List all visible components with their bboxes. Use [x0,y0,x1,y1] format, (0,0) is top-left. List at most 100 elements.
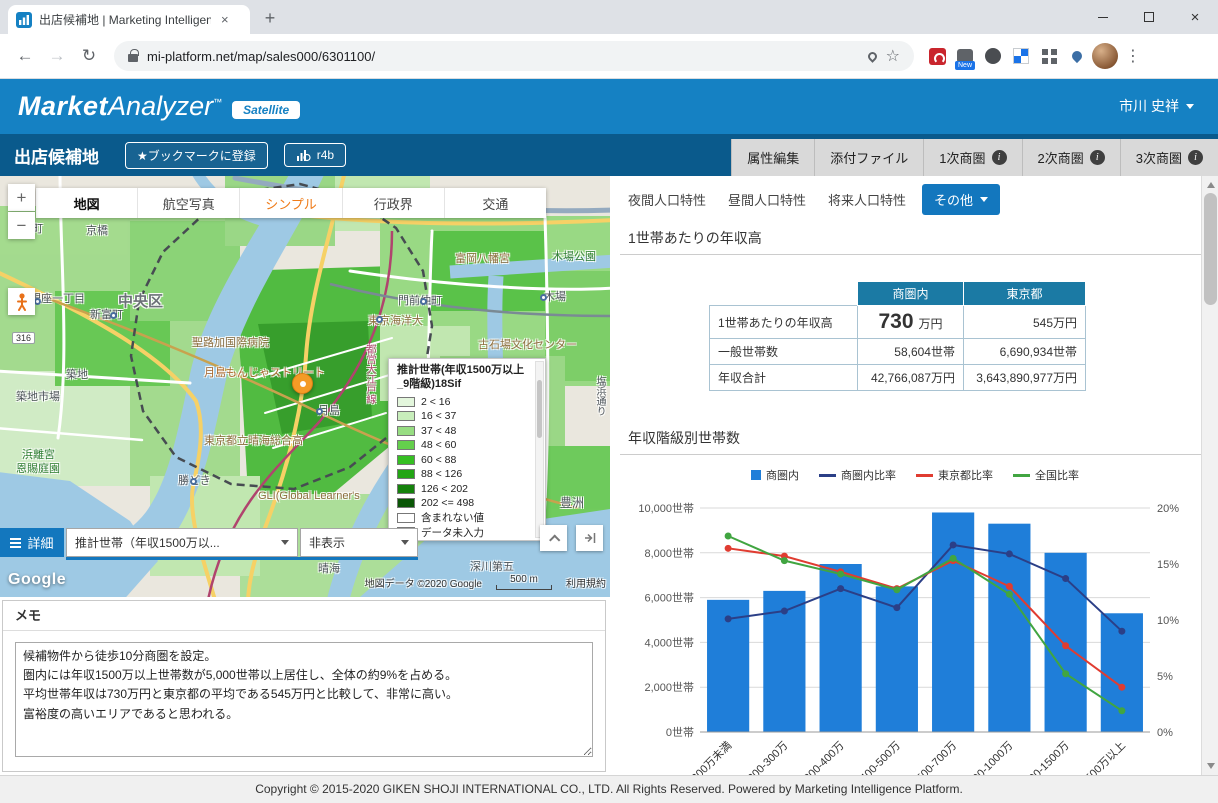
tab-close-icon[interactable]: × [218,12,232,27]
profile-avatar[interactable] [1092,43,1118,69]
trade-area-tab[interactable]: 属性編集 [731,139,814,176]
logo-market: Market [18,91,108,122]
terms-link[interactable]: 利用規約 [566,575,606,590]
legend-scrollbar[interactable] [535,361,544,538]
new-tab-button[interactable]: + [256,4,284,32]
income-table: 商圏内 東京都 1世帯あたりの年収高 730万円 545万円 一般世帯数 58,… [709,281,1086,391]
trade-area-total-cell: 42,766,087万円 [858,365,964,391]
tokyo-households-cell: 6,690,934世帯 [964,339,1086,365]
close-button[interactable]: × [1172,0,1218,34]
pdf-extension-icon[interactable] [924,43,950,69]
legend-label: 37 < 48 [421,425,456,437]
legend-item: 88 < 126 [397,467,531,482]
select-underline [66,557,418,560]
collapse-panel-button[interactable] [540,525,567,551]
minimize-button[interactable] [1080,0,1126,34]
location-icon[interactable] [866,50,879,63]
legend-swatch [397,513,415,523]
trade-area-tabs: 属性編集添付ファイル 1次商圏 i 2次商圏i3次商圏i [731,139,1218,176]
map-attribution: 地図データ ©2020 Google 500 m 利用規約 [365,574,606,590]
section-title-chart: 年収階級別世帯数 [612,419,1218,454]
svg-text:700-1000万: 700-1000万 [966,740,1015,775]
panel-scrollbar[interactable] [1201,176,1218,775]
svg-text:15%: 15% [1157,559,1179,571]
legend-scrollbar-thumb[interactable] [537,380,542,438]
trade-area-tab[interactable]: 2次商圏i [1022,139,1120,176]
zoom-in-button[interactable]: + [8,184,35,211]
map-layer-tab[interactable]: 交通 [445,188,546,218]
map-layer-tab[interactable]: 航空写真 [138,188,240,218]
section-divider [620,254,1210,255]
memo-textarea[interactable]: 候補物件から徒歩10分商圏を設定。 圏内には年収1500万以上世帯数が5,000… [15,642,593,757]
legend-label: 48 < 60 [421,439,456,451]
zoom-out-button[interactable]: − [8,212,35,239]
page-footer: Copyright © 2015-2020 GIKEN SHOJI INTERN… [0,775,1218,803]
trade-area-households-cell: 58,604世帯 [858,339,964,365]
url-bar[interactable]: mi-platform.net/map/sales000/6301100/ ☆ [114,41,914,71]
map-layer-tab[interactable]: 地図 [36,188,138,218]
lock-icon[interactable] [128,54,138,62]
circle-extension-icon[interactable] [980,43,1006,69]
chart-legend: 商圏内商圏内比率東京都比率全国比率 [612,467,1218,483]
maximize-button[interactable] [1126,0,1172,34]
dock-panel-button[interactable] [576,525,603,551]
tokyo-total-cell: 3,643,890,977万円 [964,365,1086,391]
tab-label: 1次商圏 [939,148,985,167]
bookmark-star-icon[interactable]: ☆ [886,46,900,66]
pin-extension-icon[interactable] [1064,43,1090,69]
map-layer-tab[interactable]: シンプル [240,188,342,218]
caret-down-icon [401,540,409,545]
browser-tab[interactable]: 出店候補地 | Marketing Intelligen × [8,5,250,34]
chart-legend-swatch [819,474,836,477]
caret-down-icon [980,197,988,202]
row-label: 年収合計 [710,365,858,391]
back-icon[interactable]: ← [10,41,40,71]
svg-text:20%: 20% [1157,503,1179,515]
info-icon: i [992,150,1007,165]
pegman-button[interactable] [8,288,35,315]
layer-select[interactable]: 推計世帯（年収1500万以... [66,528,298,557]
legend-item: 2 < 16 [397,395,531,410]
window-controls: × [1080,0,1218,34]
panel-tab[interactable]: 夜間人口特性 [628,185,706,214]
visibility-select[interactable]: 非表示 [300,528,418,557]
new-extension-icon[interactable]: New [952,43,978,69]
map-layer-tab[interactable]: 行政界 [343,188,445,218]
reload-icon[interactable]: ↻ [74,41,104,71]
browser-menu-icon[interactable]: ⋮ [1120,43,1146,69]
trade-area-tab[interactable]: 1次商圏 i [923,139,1021,176]
scrollbar-thumb[interactable] [1204,193,1217,305]
forward-icon[interactable]: → [42,41,72,71]
trade-area-income-cell: 730万円 [858,306,964,339]
checker-extension-icon[interactable] [1008,43,1034,69]
legend-swatch [397,469,415,479]
analysis-button[interactable]: r4b [284,143,346,167]
logo-tm: ™ [213,97,222,107]
legend-item: 含まれない値 [397,511,531,526]
caret-down-icon [281,540,289,545]
map-legend-title: 推計世帯(年収1500万以上_9階級)18Sif [397,364,531,392]
panel-tab[interactable]: 昼間人口特性 [728,185,806,214]
map-scale: 500 m [496,574,552,590]
candidate-site-marker[interactable] [292,373,313,394]
trade-area-tab[interactable]: 添付ファイル [814,139,923,176]
grid-extension-icon[interactable] [1036,43,1062,69]
other-tab-button[interactable]: その他 [922,184,1000,215]
table-row: 一般世帯数 58,604世帯 6,690,934世帯 [710,339,1086,365]
table-header-row: 商圏内 東京都 [710,282,1086,306]
trade-area-tab[interactable]: 3次商圏i [1120,139,1218,176]
app-logo: MarketAnalyzer™ Satellite [18,91,300,122]
svg-text:500-700万: 500-700万 [914,740,959,775]
browser-window: 出店候補地 | Marketing Intelligen × + × ← → ↻… [0,0,1218,803]
scroll-down-icon[interactable] [1207,763,1215,769]
chart-legend-swatch [1013,474,1030,477]
map-canvas[interactable]: 有楽町京橋新川銀座一丁目新富町中央区聖路加国際病院月島もんじゃストリート築地市場… [0,176,610,597]
url-text[interactable]: mi-platform.net/map/sales000/6301100/ [147,49,859,64]
memo-title: メモ [3,601,605,631]
user-menu[interactable]: 市川 史祥 [1119,96,1194,116]
detail-button[interactable]: 詳細 [0,528,64,557]
scroll-up-icon[interactable] [1207,182,1215,188]
bookmark-button[interactable]: ★ブックマークに登録 [125,142,268,169]
panel-tab[interactable]: 将来人口特性 [828,185,906,214]
svg-text:400-500万: 400-500万 [858,740,903,775]
